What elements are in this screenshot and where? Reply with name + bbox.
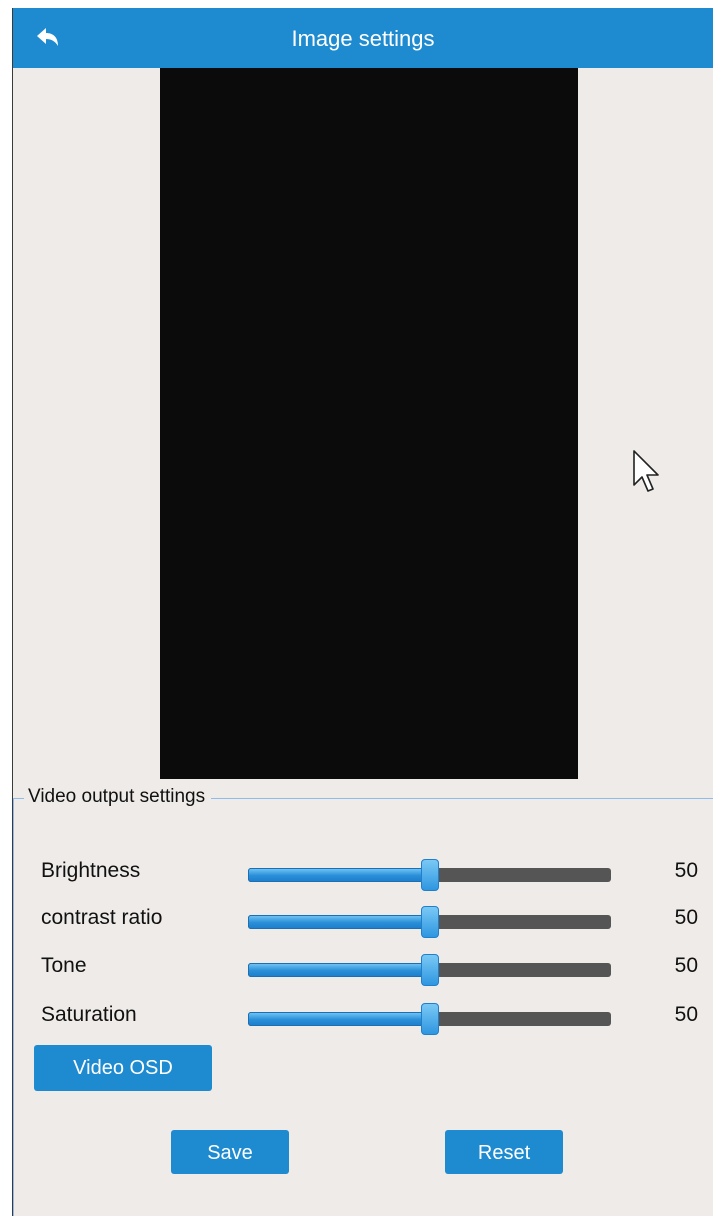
slider-value: 50 — [674, 859, 698, 882]
slider-label: contrast ratio — [41, 906, 163, 929]
slider-thumb[interactable] — [420, 859, 439, 891]
contrast-ratio-row: contrast ratio 50 — [14, 898, 713, 938]
saturation-slider[interactable] — [248, 1003, 611, 1035]
slider-thumb[interactable] — [420, 954, 439, 986]
image-settings-window: Image settings Video output settings Bri… — [12, 8, 713, 1216]
brightness-slider[interactable] — [248, 859, 611, 891]
video-preview — [160, 68, 578, 779]
reset-button[interactable]: Reset — [445, 1130, 563, 1174]
brightness-row: Brightness 50 — [14, 851, 713, 891]
group-legend: Video output settings — [24, 786, 212, 808]
slider-thumb[interactable] — [420, 1003, 439, 1035]
video-osd-button[interactable]: Video OSD — [34, 1045, 212, 1091]
slider-value: 50 — [674, 906, 698, 929]
slider-value: 50 — [674, 954, 698, 977]
slider-thumb[interactable] — [420, 906, 439, 938]
slider-fill — [248, 868, 430, 882]
slider-fill — [248, 915, 430, 929]
page-title: Image settings — [291, 26, 435, 51]
mouse-cursor-icon — [633, 450, 659, 492]
saturation-row: Saturation 50 — [14, 995, 713, 1035]
contrast-ratio-slider[interactable] — [248, 906, 611, 938]
slider-label: Saturation — [41, 1003, 137, 1026]
slider-fill — [248, 963, 430, 977]
slider-fill — [248, 1012, 430, 1026]
save-button[interactable]: Save — [171, 1130, 289, 1174]
slider-value: 50 — [674, 1003, 698, 1026]
tone-slider[interactable] — [248, 954, 611, 986]
tone-row: Tone 50 — [14, 946, 713, 986]
title-bar: Image settings — [13, 8, 713, 68]
slider-label: Tone — [41, 954, 87, 977]
video-output-settings-group: Video output settings Brightness 50 cont… — [13, 786, 713, 1216]
slider-label: Brightness — [41, 859, 141, 882]
